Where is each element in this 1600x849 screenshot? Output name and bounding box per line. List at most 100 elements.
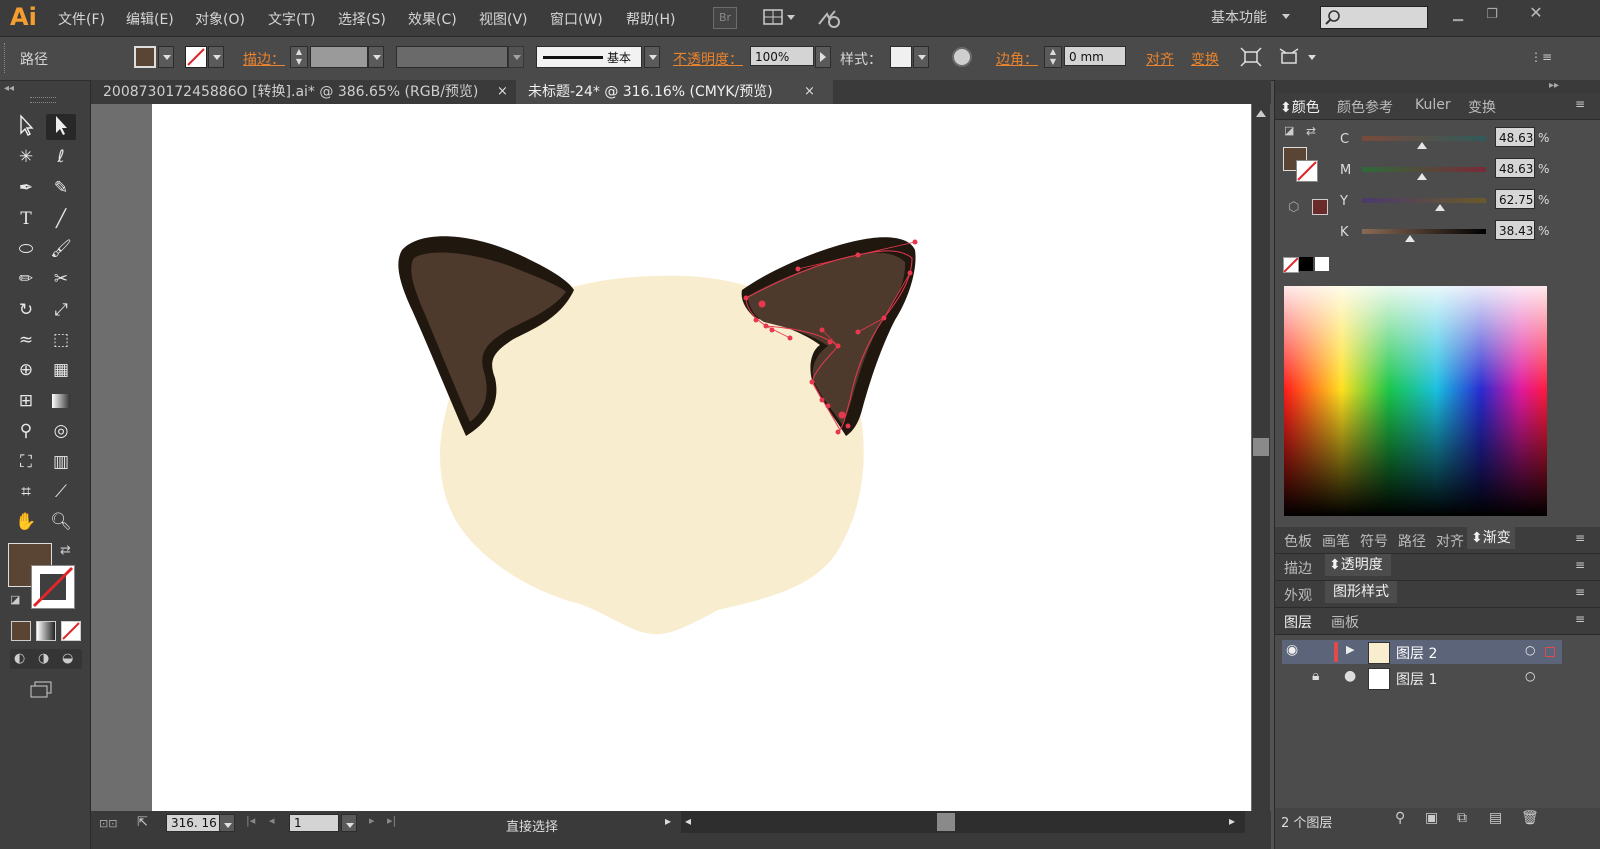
yellow-input[interactable]: 62.75 bbox=[1495, 189, 1535, 209]
none-mode-button[interactable] bbox=[61, 621, 81, 641]
scroll-up-icon[interactable] bbox=[1256, 110, 1266, 117]
restore-button[interactable]: ❐ bbox=[1479, 4, 1505, 26]
lock-icon[interactable]: 🔒︎ bbox=[1312, 668, 1319, 684]
yellow-slider[interactable] bbox=[1362, 198, 1486, 203]
tab-color[interactable]: ⬍颜色 bbox=[1280, 97, 1320, 117]
tab-stroke[interactable]: 描边 bbox=[1284, 558, 1312, 578]
menu-edit[interactable]: 编辑(E) bbox=[126, 9, 174, 29]
layer-name[interactable]: 图层 2 bbox=[1396, 643, 1437, 663]
swap-colors-icon[interactable]: ⇄ bbox=[1306, 124, 1316, 138]
gradient-mode-button[interactable] bbox=[36, 621, 56, 641]
black-slider[interactable] bbox=[1362, 229, 1486, 234]
gradient-tool[interactable] bbox=[46, 388, 76, 414]
screen-mode-button[interactable] bbox=[30, 681, 54, 699]
last-artboard-icon[interactable]: ▸| bbox=[387, 814, 396, 827]
direct-selection-tool[interactable] bbox=[46, 114, 76, 140]
none-swatch[interactable] bbox=[1283, 257, 1299, 273]
opacity-input[interactable]: 100% bbox=[750, 46, 814, 66]
sync-settings-button[interactable] bbox=[815, 6, 843, 30]
magenta-slider[interactable] bbox=[1362, 167, 1486, 172]
stroke-weight-input[interactable] bbox=[310, 46, 368, 68]
graphic-style-swatch[interactable] bbox=[890, 46, 912, 68]
free-transform-tool[interactable]: ⬚ bbox=[46, 327, 76, 353]
menu-window[interactable]: 窗口(W) bbox=[550, 9, 603, 29]
yellow-slider-thumb[interactable] bbox=[1434, 204, 1445, 211]
control-panel-menu-icon[interactable]: ⋮≡ bbox=[1530, 50, 1552, 64]
menu-select[interactable]: 选择(S) bbox=[338, 9, 386, 29]
default-colors-icon[interactable]: ◪ bbox=[1284, 124, 1294, 137]
new-layer-icon[interactable]: ▤ bbox=[1489, 810, 1502, 826]
layer-row[interactable]: ◉ ▶ 图层 2 ○ bbox=[1282, 640, 1562, 664]
expand-triangle-icon[interactable]: ▶ bbox=[1346, 643, 1354, 656]
vertical-scrollbar[interactable] bbox=[1252, 104, 1270, 811]
panel-menu-icon[interactable]: ≡ bbox=[1575, 585, 1585, 599]
draw-inside-icon[interactable]: ◒ bbox=[62, 651, 73, 666]
menu-effect[interactable]: 效果(C) bbox=[408, 9, 457, 29]
panel-menu-icon[interactable]: ≡ bbox=[1575, 558, 1585, 572]
panel-menu-icon[interactable]: ≡ bbox=[1575, 97, 1585, 111]
share-icon[interactable]: ⇱ bbox=[137, 815, 148, 830]
close-icon[interactable]: × bbox=[497, 80, 508, 104]
arrange-documents-button[interactable] bbox=[763, 7, 797, 27]
lasso-tool[interactable]: ℓ bbox=[46, 144, 76, 170]
cyan-slider[interactable] bbox=[1362, 136, 1486, 141]
tab-symbols[interactable]: 符号 bbox=[1360, 531, 1388, 551]
symbol-sprayer-tool[interactable]: ⛶ bbox=[11, 449, 41, 475]
tab-swatches[interactable]: 色板 bbox=[1284, 531, 1312, 551]
hand-tool[interactable]: ✋ bbox=[11, 509, 41, 535]
zoom-dropdown[interactable] bbox=[219, 814, 235, 832]
status-menu-icon[interactable]: ▸ bbox=[665, 814, 671, 828]
align-link[interactable]: 对齐 bbox=[1146, 49, 1174, 69]
tab-document-1[interactable]: 200873017245886O [转换].ai* @ 386.65% (RGB… bbox=[91, 80, 523, 104]
locate-object-icon[interactable]: ⚲ bbox=[1395, 810, 1405, 826]
transform-link[interactable]: 变换 bbox=[1191, 49, 1219, 69]
default-colors-icon[interactable]: ◪ bbox=[10, 593, 20, 606]
tools-grip[interactable] bbox=[30, 97, 56, 103]
variable-width-dropdown[interactable] bbox=[508, 46, 524, 68]
eyedropper-tool[interactable]: ⚲ bbox=[11, 418, 41, 444]
black-input[interactable]: 38.43 bbox=[1495, 220, 1535, 240]
tab-align[interactable]: 对齐 bbox=[1436, 531, 1464, 551]
stroke-weight-dropdown[interactable] bbox=[368, 46, 384, 68]
brush-dropdown[interactable] bbox=[644, 46, 660, 68]
variable-width-profile[interactable] bbox=[396, 46, 508, 68]
grip-handle[interactable] bbox=[4, 43, 8, 73]
cyan-input[interactable]: 48.63 bbox=[1495, 127, 1535, 147]
magenta-slider-thumb[interactable] bbox=[1417, 173, 1428, 180]
horizontal-scrollbar[interactable]: ◂ ▸ bbox=[681, 811, 1245, 833]
search-input[interactable] bbox=[1320, 6, 1428, 29]
slice-tool[interactable]: ⟋ bbox=[46, 479, 76, 505]
tab-transparency[interactable]: ⬍透明度 bbox=[1325, 554, 1391, 576]
opacity-slider-button[interactable] bbox=[815, 46, 831, 68]
workspace-switcher[interactable]: 基本功能 bbox=[1211, 7, 1267, 27]
graphic-style-dropdown[interactable] bbox=[913, 46, 929, 68]
target-circle-icon[interactable]: ○ bbox=[1525, 643, 1535, 657]
cyan-slider-thumb[interactable] bbox=[1417, 142, 1428, 149]
column-graph-tool[interactable]: ▥ bbox=[46, 449, 76, 475]
tab-pathfinder[interactable]: 路径 bbox=[1398, 531, 1426, 551]
opacity-label[interactable]: 不透明度： bbox=[673, 49, 743, 69]
mesh-tool[interactable]: ⊞ bbox=[11, 388, 41, 414]
tab-color-guide[interactable]: 颜色参考 bbox=[1337, 97, 1393, 117]
color-spectrum[interactable] bbox=[1284, 286, 1547, 516]
tab-artboards[interactable]: 画板 bbox=[1331, 612, 1359, 632]
color-mode-button[interactable] bbox=[11, 621, 31, 641]
menu-object[interactable]: 对象(O) bbox=[195, 9, 245, 29]
magenta-input[interactable]: 48.63 bbox=[1495, 158, 1535, 178]
black-slider-thumb[interactable] bbox=[1404, 235, 1415, 242]
stroke-label[interactable]: 描边： bbox=[243, 49, 285, 69]
selection-square-icon[interactable] bbox=[1545, 647, 1555, 657]
next-artboard-icon[interactable]: ▸ bbox=[369, 814, 375, 827]
panel-menu-icon[interactable]: ≡ bbox=[1575, 612, 1585, 626]
new-sublayer-icon[interactable]: ⧉ bbox=[1457, 810, 1467, 826]
magic-wand-tool[interactable]: ✳ bbox=[11, 144, 41, 170]
eye-visibility-icon[interactable]: ◉ bbox=[1286, 642, 1298, 658]
stroke-dropdown[interactable] bbox=[208, 46, 224, 68]
artboard-number-input[interactable]: 1 bbox=[289, 814, 339, 832]
black-swatch[interactable] bbox=[1299, 257, 1313, 271]
pen-tool[interactable]: ✒ bbox=[11, 175, 41, 201]
shape-builder-tool[interactable]: ⊕ bbox=[11, 357, 41, 383]
corner-stepper[interactable]: ▲ ▼ bbox=[1044, 46, 1062, 68]
layer-name[interactable]: 图层 1 bbox=[1396, 669, 1437, 689]
artboard-tool[interactable]: ⌗ bbox=[11, 479, 41, 505]
